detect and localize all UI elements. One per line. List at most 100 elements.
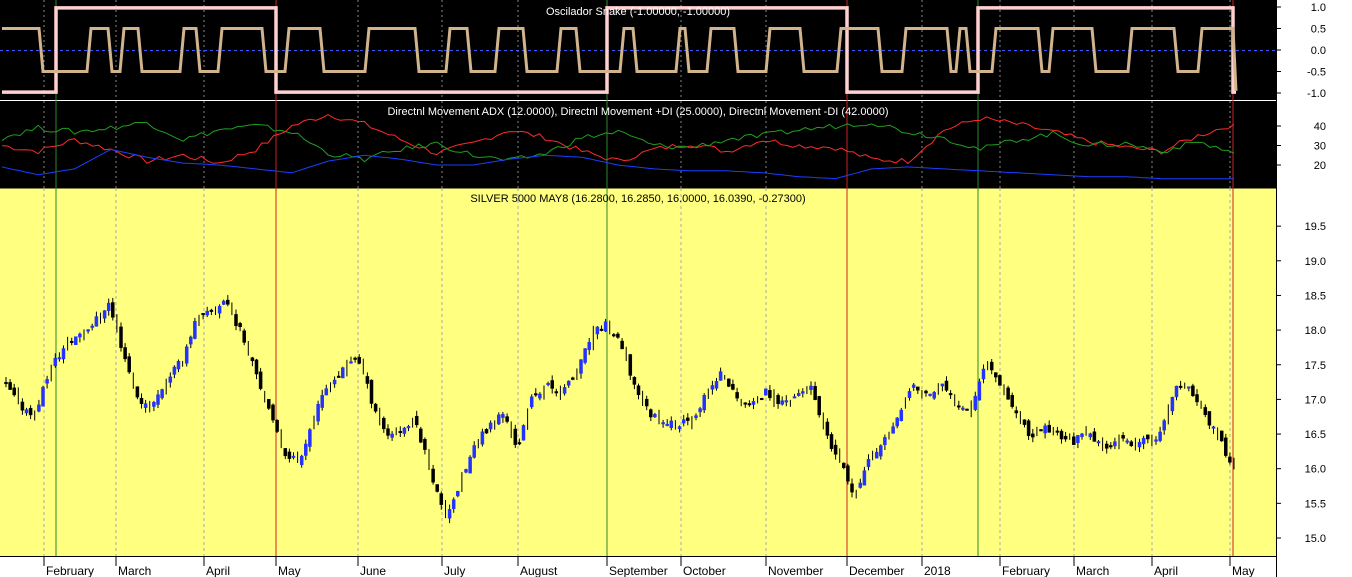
candle-body xyxy=(796,393,801,396)
candle-body xyxy=(661,422,665,425)
candle-body xyxy=(694,415,698,418)
candle-body xyxy=(94,316,99,327)
candle-body xyxy=(981,368,986,380)
x-tick-label: February xyxy=(46,564,94,577)
candle-body xyxy=(1109,445,1113,448)
y-tick-label: -1.0 xyxy=(1307,88,1326,100)
candle-body xyxy=(702,395,706,411)
candle-body xyxy=(86,329,90,332)
candle-body xyxy=(1113,441,1117,447)
candle-body xyxy=(698,408,702,413)
x-tick-label: March xyxy=(1076,564,1109,577)
x-tick-label: October xyxy=(683,564,726,577)
y-tick-label: 1.0 xyxy=(1311,2,1326,14)
candle-body xyxy=(612,334,616,337)
candle-body xyxy=(1137,441,1142,448)
candle-body xyxy=(718,371,723,381)
x-tick-label: July xyxy=(444,564,465,577)
y-tick-label: -0.5 xyxy=(1307,67,1326,79)
candle-body xyxy=(833,444,838,455)
y-axis-area xyxy=(1276,0,1352,577)
candle-body xyxy=(768,390,772,399)
candle-body xyxy=(1228,456,1232,463)
candle-body xyxy=(1158,431,1162,441)
candle-body xyxy=(751,401,756,405)
candle-body xyxy=(1080,433,1084,437)
candle-body xyxy=(866,459,871,467)
candle-body xyxy=(217,305,222,314)
candle-body xyxy=(825,421,830,436)
y-tick-label: 19.5 xyxy=(1305,221,1326,233)
candle-body xyxy=(205,310,209,316)
candle-body xyxy=(172,366,177,375)
candle-body xyxy=(829,434,834,449)
candle-body xyxy=(911,384,916,388)
candle-body xyxy=(874,451,879,459)
candle-body xyxy=(928,393,932,396)
candle-body xyxy=(989,361,994,371)
x-tick-label: May xyxy=(1232,564,1255,577)
candle-body xyxy=(669,420,674,428)
candle-body xyxy=(879,445,883,457)
candle-body xyxy=(1076,435,1080,443)
candle-body xyxy=(538,393,542,399)
candle-body xyxy=(686,417,690,421)
candle-body xyxy=(20,401,25,411)
candle-body xyxy=(944,380,949,391)
candle-body xyxy=(324,388,329,396)
candle-body xyxy=(714,381,719,389)
candle-body xyxy=(41,387,45,407)
candle-body xyxy=(780,400,784,405)
candle-body xyxy=(349,361,353,364)
candle-body xyxy=(895,417,899,427)
candle-body xyxy=(1154,439,1158,442)
candle-body xyxy=(977,381,982,401)
dmi-title: Directnl Movement ADX (12.0000), Directn… xyxy=(387,106,888,118)
candle-body xyxy=(899,409,904,421)
candle-body xyxy=(119,326,123,348)
candle-body xyxy=(710,385,715,390)
candle-body xyxy=(1096,441,1101,444)
candle-body xyxy=(209,309,214,312)
candle-body xyxy=(1010,395,1014,407)
candle-body xyxy=(1211,426,1216,429)
candle-body xyxy=(357,357,361,364)
y-tick-label: 19.0 xyxy=(1305,256,1326,268)
candle-body xyxy=(587,342,591,350)
candle-body xyxy=(497,414,501,425)
candle-body xyxy=(238,323,242,328)
candle-body xyxy=(127,356,131,373)
candle-body xyxy=(456,490,460,497)
x-tick-label: June xyxy=(360,564,386,577)
candle-body xyxy=(965,408,969,411)
candle-body xyxy=(1129,441,1134,447)
candle-body xyxy=(37,404,41,412)
candle-body xyxy=(353,357,357,360)
candle-body xyxy=(1187,386,1191,389)
candle-body xyxy=(398,431,403,434)
y-tick-label: 15.5 xyxy=(1305,498,1326,510)
candle-body xyxy=(665,423,669,426)
candle-body xyxy=(390,433,394,438)
candle-body xyxy=(234,314,238,327)
candle-body xyxy=(283,448,288,457)
candle-body xyxy=(1121,435,1125,439)
y-tick-label: 16.0 xyxy=(1305,464,1326,476)
candle-body xyxy=(160,389,164,399)
candle-body xyxy=(916,386,920,391)
x-tick-label: December xyxy=(849,564,904,577)
candle-body xyxy=(792,396,797,399)
candle-body xyxy=(649,409,653,418)
candle-body xyxy=(369,379,374,404)
candle-body xyxy=(784,400,789,403)
candle-body xyxy=(135,386,140,398)
candle-body xyxy=(534,393,538,396)
y-tick-label: 16.5 xyxy=(1305,429,1326,441)
x-tick-label: May xyxy=(278,564,301,577)
x-tick-label: April xyxy=(1154,564,1178,577)
candle-body xyxy=(468,456,472,474)
candle-body xyxy=(595,326,600,335)
candle-body xyxy=(743,402,748,405)
candle-body xyxy=(102,310,107,319)
candle-body xyxy=(484,429,489,434)
